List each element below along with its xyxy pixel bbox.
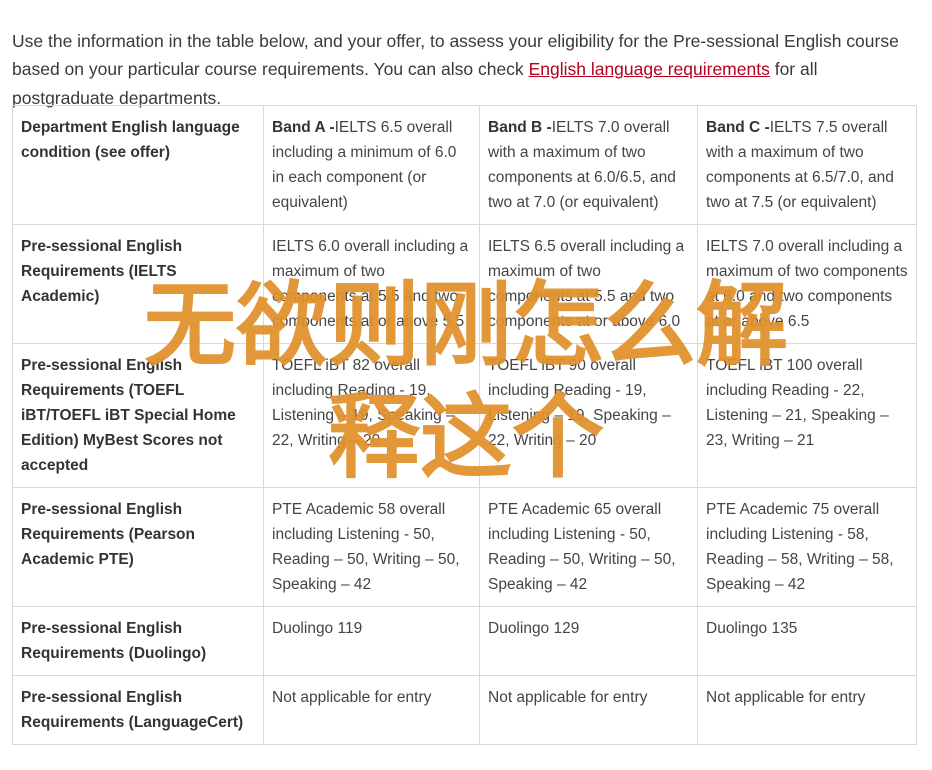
english-language-requirements-link[interactable]: English language requirements <box>529 59 770 79</box>
row-label-cell: Pre-sessional English Requirements (Pear… <box>12 487 264 607</box>
table-cell: IELTS 6.0 overall including a maximum of… <box>263 224 480 344</box>
row-label-cell: Pre-sessional English Requirements (TOEF… <box>12 343 264 488</box>
row-label-cell: Pre-sessional English Requirements (IELT… <box>12 224 264 344</box>
band-c-name: Band C - <box>706 119 770 136</box>
table-cell: Not applicable for entry <box>697 675 917 745</box>
row-label-cell: Pre-sessional English Requirements (Lang… <box>12 675 264 745</box>
requirements-table: Department English language condition (s… <box>12 105 917 745</box>
band-a-name: Band A - <box>272 119 335 136</box>
table-cell: Duolingo 129 <box>479 606 698 676</box>
table-cell: Not applicable for entry <box>263 675 480 745</box>
table-row-header: Department English language condition (s… <box>12 105 917 225</box>
band-c-cell: Band C -IELTS 7.5 overall with a maximum… <box>697 105 917 225</box>
table-cell: PTE Academic 75 overall including Listen… <box>697 487 917 607</box>
band-a-cell: Band A -IELTS 6.5 overall including a mi… <box>263 105 480 225</box>
table-row-ielts: Pre-sessional English Requirements (IELT… <box>12 224 917 344</box>
header-label-cell: Department English language condition (s… <box>12 105 264 225</box>
table-row-pte: Pre-sessional English Requirements (Pear… <box>12 487 917 607</box>
table-cell: IELTS 7.0 overall including a maximum of… <box>697 224 917 344</box>
intro-paragraph: Use the information in the table below, … <box>12 27 917 113</box>
table-cell: Duolingo 119 <box>263 606 480 676</box>
row-label-cell: Pre-sessional English Requirements (Duol… <box>12 606 264 676</box>
table-cell: TOEFL iBT 90 overall including Reading -… <box>479 343 698 488</box>
table-cell: Duolingo 135 <box>697 606 917 676</box>
table-cell: PTE Academic 58 overall including Listen… <box>263 487 480 607</box>
table-row-languagecert: Pre-sessional English Requirements (Lang… <box>12 675 917 745</box>
table-cell: PTE Academic 65 overall including Listen… <box>479 487 698 607</box>
table-cell: TOEFL iBT 82 overall including Reading -… <box>263 343 480 488</box>
band-b-name: Band B - <box>488 119 552 136</box>
table-cell: TOEFL iBT 100 overall including Reading … <box>697 343 917 488</box>
table-row-toefl: Pre-sessional English Requirements (TOEF… <box>12 343 917 488</box>
table-row-duolingo: Pre-sessional English Requirements (Duol… <box>12 606 917 676</box>
band-b-cell: Band B -IELTS 7.0 overall with a maximum… <box>479 105 698 225</box>
table-cell: IELTS 6.5 overall including a maximum of… <box>479 224 698 344</box>
table-cell: Not applicable for entry <box>479 675 698 745</box>
